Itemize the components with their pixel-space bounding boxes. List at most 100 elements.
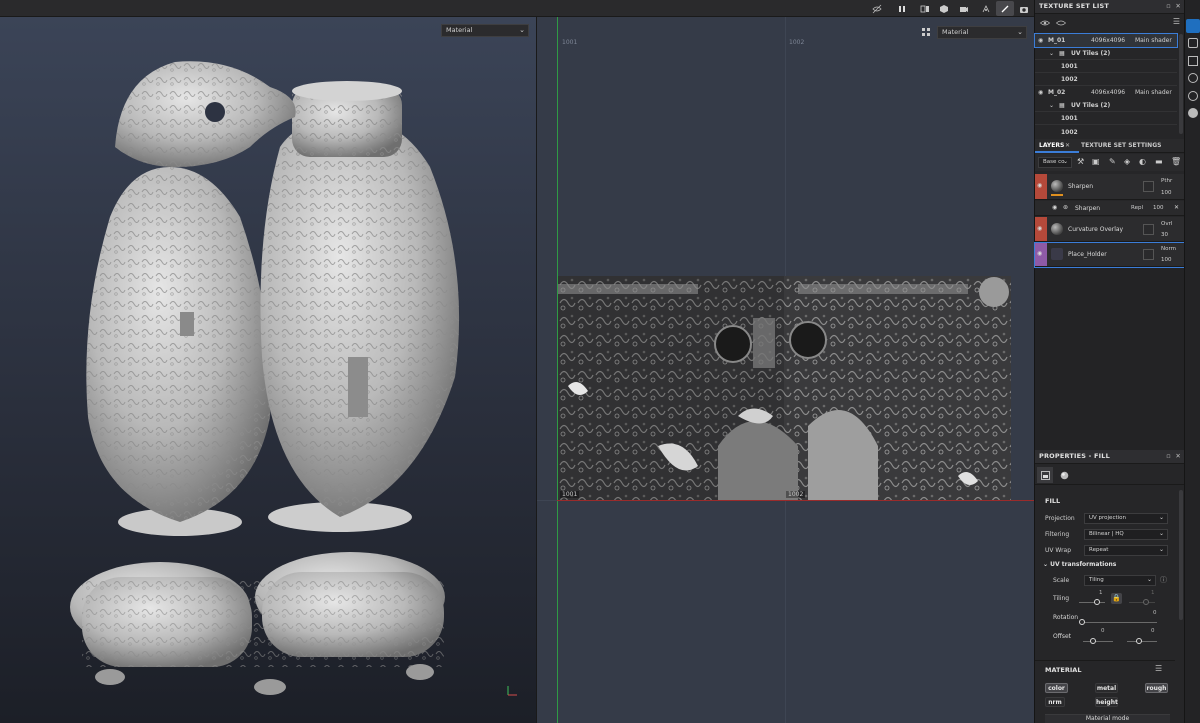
layer-opacity[interactable]: 100 (1161, 190, 1172, 196)
folder-icon[interactable]: ▬ (1155, 157, 1163, 166)
texture-set-row[interactable]: ◉ M_01 4096x4096 Main shader (1034, 33, 1178, 48)
channel-toggle-height[interactable]: height (1095, 697, 1118, 707)
projection-select[interactable]: UV projection ⌄ (1084, 513, 1168, 524)
eye-icon[interactable]: ◉ (1037, 225, 1042, 232)
eye-icon[interactable]: ◉ (1038, 34, 1043, 47)
eye-icon[interactable]: ◉ (1037, 250, 1042, 257)
smart-material-icon[interactable]: ◐ (1139, 157, 1146, 166)
close-icon[interactable]: ✕ (1175, 452, 1181, 460)
menu-icon[interactable]: ☰ (1155, 664, 1162, 673)
rotation-slider[interactable] (1081, 622, 1157, 623)
texture-set-list-icon[interactable] (1186, 19, 1200, 33)
texture-set-scrollbar[interactable] (1179, 34, 1183, 134)
uv-tiles-group[interactable]: ⌄ ▦ UV Tiles (2) (1035, 99, 1177, 112)
object-icon[interactable] (935, 1, 953, 16)
uv-transformations-header[interactable]: ⌄ UV transformations (1043, 561, 1116, 568)
layer-row-place-holder[interactable]: ◉ Place_Holder Norm 100 (1034, 242, 1186, 268)
effect-row-sharpen[interactable]: ◉ ⊛ Sharpen Repl 100 ✕ (1035, 201, 1185, 216)
eye-icon[interactable]: ◉ (1038, 86, 1043, 99)
layer-blend-mode[interactable]: Pthr (1161, 178, 1172, 184)
add-effect-icon[interactable]: ⚒ (1077, 157, 1084, 166)
view-mode-icon[interactable] (916, 1, 934, 16)
undock-icon[interactable]: ▫ (1166, 2, 1171, 10)
properties-scrollbar[interactable] (1179, 490, 1183, 620)
viewport-2d[interactable]: 1001 1002 Material ⌄ 1001 1002 (537, 17, 1034, 723)
environment-icon[interactable] (1188, 73, 1198, 83)
rotation-knob[interactable] (1079, 619, 1085, 625)
texture-set-row[interactable]: ◉ M_02 4096x4096 Main shader (1035, 86, 1177, 99)
effect-blend-mode[interactable]: Repl (1131, 205, 1143, 211)
tiling-v-knob[interactable] (1143, 599, 1149, 605)
channel-select[interactable]: Base co ⌄ (1038, 157, 1072, 168)
offset-u-knob[interactable] (1090, 638, 1096, 644)
visibility-icon[interactable] (1056, 19, 1066, 27)
effect-opacity[interactable]: 100 (1153, 205, 1164, 211)
layer-mask-slot[interactable] (1143, 249, 1154, 260)
history-icon[interactable] (1188, 91, 1198, 101)
uv-tile-row[interactable]: 1001 (1035, 112, 1177, 125)
filtering-select[interactable]: Bilinear | HQ ⌄ (1084, 529, 1168, 540)
chevron-down-icon[interactable]: ⌄ (1049, 99, 1054, 112)
info-icon[interactable]: ⓘ (1160, 574, 1167, 587)
material-mode-bar[interactable]: Material mode (1045, 714, 1170, 723)
symmetry-icon[interactable] (977, 1, 995, 16)
tab-layers[interactable]: LAYERS ✕ (1035, 139, 1079, 153)
layer-mask-slot[interactable] (1143, 224, 1154, 235)
tab-texture-set-settings[interactable]: TEXTURE SET SETTINGS (1077, 139, 1183, 153)
add-mask-icon[interactable]: ▣ (1092, 157, 1100, 166)
paint-layer-icon[interactable]: ✎ (1109, 157, 1116, 166)
tiling-v-slider[interactable] (1129, 602, 1155, 603)
layer-opacity[interactable]: 100 (1161, 257, 1172, 263)
pause-icon[interactable] (893, 1, 911, 16)
layer-blend-mode[interactable]: Ovrl (1161, 221, 1172, 227)
shelf-icon[interactable] (1188, 56, 1198, 66)
offset-v-slider[interactable] (1127, 641, 1157, 642)
eye-toggle-icon[interactable] (1040, 19, 1050, 27)
camera-icon[interactable] (955, 1, 973, 16)
uv-tile-row[interactable]: 1002 (1035, 125, 1177, 137)
uv-tiles-group[interactable]: ⌄ ▦ UV Tiles (2) (1035, 47, 1177, 60)
offset-v-value: 0 (1151, 628, 1155, 634)
uv-islands (558, 276, 1011, 500)
close-icon[interactable]: ✕ (1175, 2, 1181, 10)
layer-row-sharpen[interactable]: ◉ Sharpen Pthr 100 (1035, 174, 1185, 200)
chevron-down-icon[interactable]: ⌄ (1049, 47, 1054, 60)
eye-icon[interactable]: ◉ (1037, 182, 1042, 189)
undock-icon[interactable]: ▫ (1166, 452, 1171, 460)
uv-wrap-select[interactable]: Repeat ⌄ (1084, 545, 1168, 556)
uv-tile-row[interactable]: 1001 (1035, 60, 1177, 73)
material-properties-tab[interactable] (1056, 467, 1072, 483)
lock-icon[interactable]: 🔒 (1111, 593, 1122, 604)
uv-settings-icon[interactable] (921, 27, 931, 37)
eye-icon[interactable]: ◉ (1052, 204, 1057, 211)
delete-icon[interactable]: 🗑 (1171, 157, 1181, 166)
layer-mask-slot[interactable] (1143, 181, 1154, 192)
display-settings-icon[interactable] (1188, 38, 1198, 48)
close-icon[interactable]: ✕ (1065, 139, 1070, 153)
channel-toggle-nrm[interactable]: nrm (1045, 697, 1065, 707)
close-icon[interactable]: ✕ (1174, 204, 1179, 211)
viewport-2d-material-dropdown[interactable]: Material ⌄ (937, 26, 1027, 39)
offset-v-knob[interactable] (1136, 638, 1142, 644)
screenshot-icon[interactable] (1015, 1, 1033, 16)
fill-layer-icon[interactable]: ◈ (1124, 157, 1130, 166)
tiling-u-knob[interactable] (1094, 599, 1100, 605)
menu-icon[interactable]: ☰ (1173, 17, 1180, 26)
offset-u-slider[interactable] (1083, 641, 1113, 642)
substance-icon[interactable] (1188, 108, 1198, 118)
substance-painter-window: Material ⌄ 1001 1002 Material ⌄ 1001 100… (0, 0, 1200, 723)
channel-toggle-metal[interactable]: metal (1095, 683, 1118, 693)
fill-properties-tab[interactable] (1037, 467, 1053, 483)
brush-icon[interactable] (996, 1, 1014, 16)
channel-toggle-color[interactable]: color (1045, 683, 1068, 693)
uv-tile-row[interactable]: 1002 (1035, 73, 1177, 86)
material-mode-label: Material mode (1085, 715, 1130, 722)
tiling-u-slider[interactable] (1079, 602, 1105, 603)
viewport-3d[interactable]: Material ⌄ (0, 17, 536, 723)
layer-row-curvature-overlay[interactable]: ◉ Curvature Overlay Ovrl 30 (1035, 217, 1185, 242)
visibility-off-icon[interactable] (868, 1, 886, 16)
layer-opacity[interactable]: 30 (1161, 232, 1168, 238)
layer-blend-mode[interactable]: Norm (1161, 246, 1176, 252)
channel-toggle-rough[interactable]: rough (1145, 683, 1168, 693)
scale-select[interactable]: Tiling ⌄ (1084, 575, 1156, 586)
